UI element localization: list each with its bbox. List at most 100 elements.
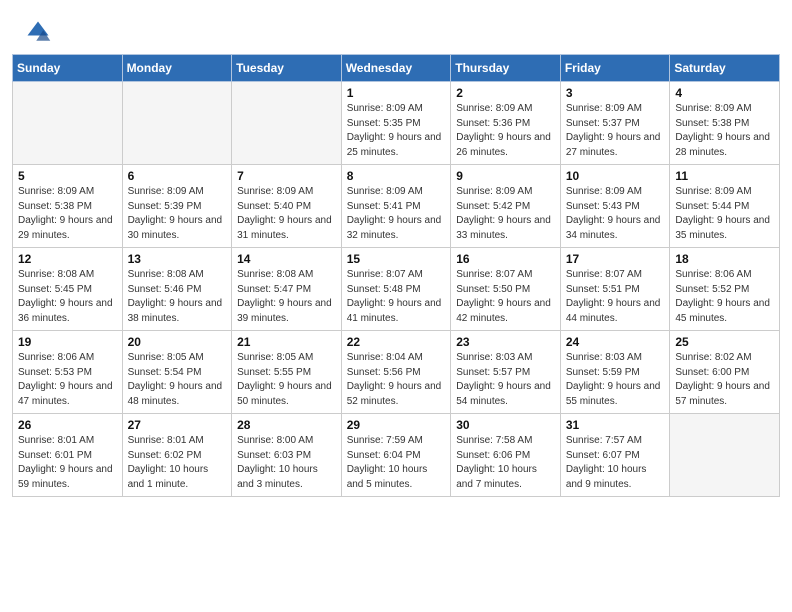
calendar-cell	[670, 414, 780, 497]
day-number: 4	[675, 86, 774, 100]
day-info: Sunrise: 8:09 AMSunset: 5:38 PMDaylight:…	[18, 185, 117, 243]
calendar-cell: 1 Sunrise: 8:09 AMSunset: 5:35 PMDaylight…	[341, 82, 451, 165]
day-info: Sunrise: 8:09 AMSunset: 5:35 PMDaylight:…	[347, 102, 446, 160]
day-number: 21	[237, 335, 336, 349]
calendar-cell: 26Sunrise: 8:01 AMSunset: 6:01 PMDayligh…	[13, 414, 123, 497]
day-info: Sunrise: 8:02 AMSunset: 6:00 PMDaylight:…	[675, 351, 774, 409]
calendar-cell: 2 Sunrise: 8:09 AMSunset: 5:36 PMDaylight…	[451, 82, 561, 165]
calendar-cell: 5 Sunrise: 8:09 AMSunset: 5:38 PMDaylight…	[13, 165, 123, 248]
day-number: 14	[237, 252, 336, 266]
calendar-table: SundayMondayTuesdayWednesdayThursdayFrid…	[12, 54, 780, 497]
calendar-cell	[122, 82, 232, 165]
calendar-cell: 22 Sunrise: 8:04 AMSunset: 5:56 PMDayligh…	[341, 331, 451, 414]
calendar-cell: 18 Sunrise: 8:06 AMSunset: 5:52 PMDayligh…	[670, 248, 780, 331]
day-info: Sunrise: 8:00 AMSunset: 6:03 PMDaylight:…	[237, 434, 336, 492]
day-number: 13	[128, 252, 227, 266]
calendar-cell: 7Sunrise: 8:09 AMSunset: 5:40 PMDaylight…	[232, 165, 342, 248]
weekday-header-tuesday: Tuesday	[232, 55, 342, 82]
day-info: Sunrise: 8:09 AMSunset: 5:42 PMDaylight:…	[456, 185, 555, 243]
day-info: Sunrise: 8:09 AMSunset: 5:43 PMDaylight:…	[566, 185, 665, 243]
calendar-cell	[13, 82, 123, 165]
day-info: Sunrise: 8:09 AMSunset: 5:37 PMDaylight:…	[566, 102, 665, 160]
day-number: 11	[675, 169, 774, 183]
day-info: Sunrise: 8:09 AMSunset: 5:40 PMDaylight:…	[237, 185, 336, 243]
day-info: Sunrise: 8:03 AMSunset: 5:57 PMDaylight:…	[456, 351, 555, 409]
calendar-cell: 9 Sunrise: 8:09 AMSunset: 5:42 PMDaylight…	[451, 165, 561, 248]
day-number: 8	[347, 169, 446, 183]
day-info: Sunrise: 8:07 AMSunset: 5:51 PMDaylight:…	[566, 268, 665, 326]
page: SundayMondayTuesdayWednesdayThursdayFrid…	[0, 0, 792, 612]
day-number: 18	[675, 252, 774, 266]
calendar-cell: 29 Sunrise: 7:59 AMSunset: 6:04 PMDayligh…	[341, 414, 451, 497]
day-info: Sunrise: 8:09 AMSunset: 5:36 PMDaylight:…	[456, 102, 555, 160]
day-number: 1	[347, 86, 446, 100]
calendar-cell: 23 Sunrise: 8:03 AMSunset: 5:57 PMDayligh…	[451, 331, 561, 414]
day-number: 12	[18, 252, 117, 266]
calendar-cell: 20 Sunrise: 8:05 AMSunset: 5:54 PMDayligh…	[122, 331, 232, 414]
calendar-cell: 10Sunrise: 8:09 AMSunset: 5:43 PMDayligh…	[560, 165, 670, 248]
day-info: Sunrise: 8:01 AMSunset: 6:01 PMDaylight:…	[18, 434, 117, 492]
day-number: 15	[347, 252, 446, 266]
day-info: Sunrise: 8:01 AMSunset: 6:02 PMDaylight:…	[128, 434, 227, 492]
calendar-cell: 16 Sunrise: 8:07 AMSunset: 5:50 PMDayligh…	[451, 248, 561, 331]
day-number: 20	[128, 335, 227, 349]
calendar-cell: 3 Sunrise: 8:09 AMSunset: 5:37 PMDaylight…	[560, 82, 670, 165]
day-number: 2	[456, 86, 555, 100]
day-number: 23	[456, 335, 555, 349]
day-number: 3	[566, 86, 665, 100]
day-info: Sunrise: 8:08 AMSunset: 5:45 PMDaylight:…	[18, 268, 117, 326]
weekday-header-saturday: Saturday	[670, 55, 780, 82]
calendar-cell: 4 Sunrise: 8:09 AMSunset: 5:38 PMDaylight…	[670, 82, 780, 165]
calendar-cell: 15 Sunrise: 8:07 AMSunset: 5:48 PMDayligh…	[341, 248, 451, 331]
day-number: 19	[18, 335, 117, 349]
day-info: Sunrise: 8:05 AMSunset: 5:54 PMDaylight:…	[128, 351, 227, 409]
day-info: Sunrise: 8:04 AMSunset: 5:56 PMDaylight:…	[347, 351, 446, 409]
calendar-cell: 25Sunrise: 8:02 AMSunset: 6:00 PMDayligh…	[670, 331, 780, 414]
calendar-cell: 11 Sunrise: 8:09 AMSunset: 5:44 PMDayligh…	[670, 165, 780, 248]
day-info: Sunrise: 8:08 AMSunset: 5:46 PMDaylight:…	[128, 268, 227, 326]
day-info: Sunrise: 8:05 AMSunset: 5:55 PMDaylight:…	[237, 351, 336, 409]
week-row-3: 12 Sunrise: 8:08 AMSunset: 5:45 PMDayligh…	[13, 248, 780, 331]
day-info: Sunrise: 8:09 AMSunset: 5:38 PMDaylight:…	[675, 102, 774, 160]
calendar-body: 1 Sunrise: 8:09 AMSunset: 5:35 PMDaylight…	[13, 82, 780, 497]
calendar-cell: 21 Sunrise: 8:05 AMSunset: 5:55 PMDayligh…	[232, 331, 342, 414]
day-number: 17	[566, 252, 665, 266]
day-info: Sunrise: 8:06 AMSunset: 5:53 PMDaylight:…	[18, 351, 117, 409]
calendar-cell: 14 Sunrise: 8:08 AMSunset: 5:47 PMDayligh…	[232, 248, 342, 331]
week-row-4: 19 Sunrise: 8:06 AMSunset: 5:53 PMDayligh…	[13, 331, 780, 414]
calendar-cell: 6 Sunrise: 8:09 AMSunset: 5:39 PMDaylight…	[122, 165, 232, 248]
logo-icon	[24, 18, 52, 46]
calendar-cell: 30Sunrise: 7:58 AMSunset: 6:06 PMDayligh…	[451, 414, 561, 497]
day-number: 9	[456, 169, 555, 183]
calendar-cell: 17 Sunrise: 8:07 AMSunset: 5:51 PMDayligh…	[560, 248, 670, 331]
weekday-header-friday: Friday	[560, 55, 670, 82]
weekday-header-monday: Monday	[122, 55, 232, 82]
calendar-header: SundayMondayTuesdayWednesdayThursdayFrid…	[13, 55, 780, 82]
day-info: Sunrise: 8:08 AMSunset: 5:47 PMDaylight:…	[237, 268, 336, 326]
logo	[24, 18, 56, 46]
weekday-header-wednesday: Wednesday	[341, 55, 451, 82]
calendar-cell: 24Sunrise: 8:03 AMSunset: 5:59 PMDayligh…	[560, 331, 670, 414]
day-info: Sunrise: 8:06 AMSunset: 5:52 PMDaylight:…	[675, 268, 774, 326]
calendar-cell: 19 Sunrise: 8:06 AMSunset: 5:53 PMDayligh…	[13, 331, 123, 414]
week-row-5: 26Sunrise: 8:01 AMSunset: 6:01 PMDayligh…	[13, 414, 780, 497]
day-number: 5	[18, 169, 117, 183]
calendar-cell	[232, 82, 342, 165]
day-number: 29	[347, 418, 446, 432]
day-number: 6	[128, 169, 227, 183]
week-row-2: 5 Sunrise: 8:09 AMSunset: 5:38 PMDaylight…	[13, 165, 780, 248]
day-number: 31	[566, 418, 665, 432]
day-info: Sunrise: 7:59 AMSunset: 6:04 PMDaylight:…	[347, 434, 446, 492]
weekday-header-row: SundayMondayTuesdayWednesdayThursdayFrid…	[13, 55, 780, 82]
day-info: Sunrise: 8:07 AMSunset: 5:48 PMDaylight:…	[347, 268, 446, 326]
day-number: 22	[347, 335, 446, 349]
day-number: 24	[566, 335, 665, 349]
calendar-wrapper: SundayMondayTuesdayWednesdayThursdayFrid…	[0, 54, 792, 509]
weekday-header-sunday: Sunday	[13, 55, 123, 82]
day-info: Sunrise: 8:07 AMSunset: 5:50 PMDaylight:…	[456, 268, 555, 326]
day-info: Sunrise: 8:09 AMSunset: 5:44 PMDaylight:…	[675, 185, 774, 243]
day-info: Sunrise: 8:09 AMSunset: 5:39 PMDaylight:…	[128, 185, 227, 243]
header	[0, 0, 792, 54]
calendar-cell: 28Sunrise: 8:00 AMSunset: 6:03 PMDayligh…	[232, 414, 342, 497]
day-number: 16	[456, 252, 555, 266]
